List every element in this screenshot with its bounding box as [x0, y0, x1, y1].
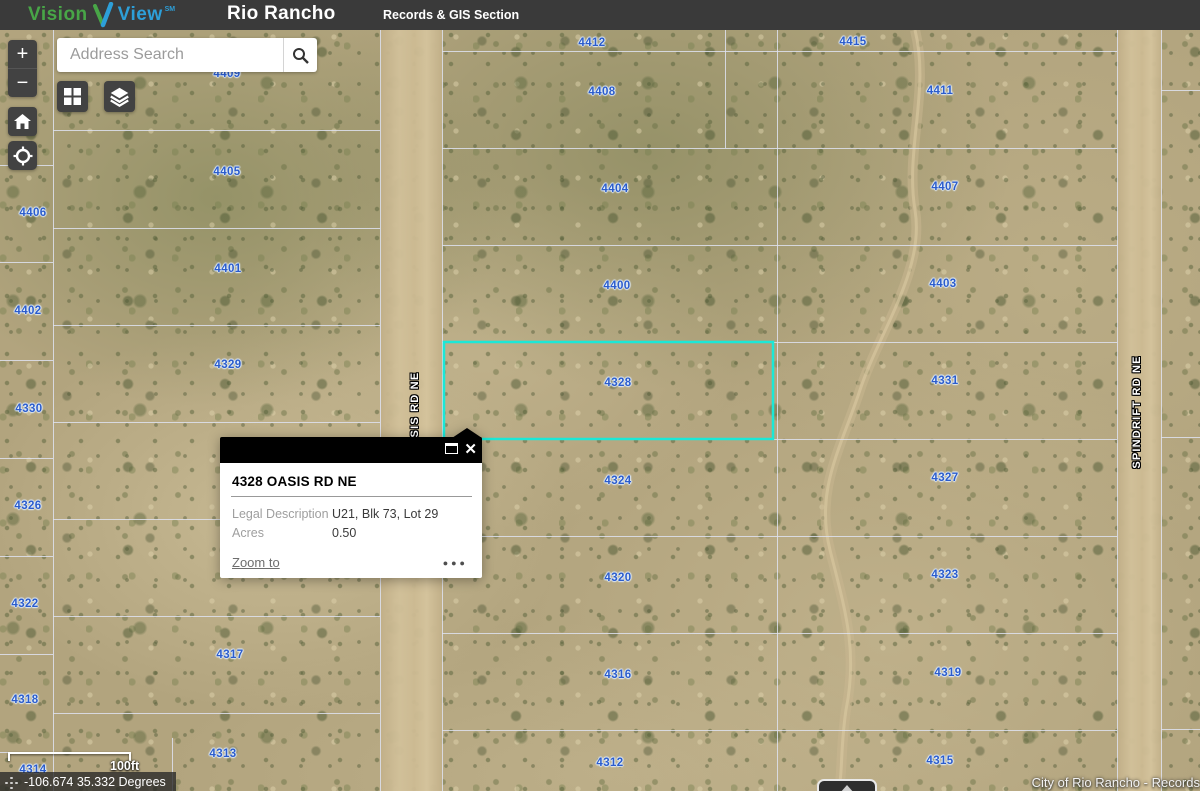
popup-actions-button[interactable]: ●●●	[443, 559, 468, 567]
map-attribution: City of Rio Rancho - Records	[1032, 775, 1200, 790]
popup-row: Acres 0.50	[220, 524, 482, 543]
attribute-table-expand-button[interactable]	[817, 779, 877, 791]
parcel-label: 4403	[929, 278, 956, 290]
parcel-label: 4328	[604, 377, 631, 389]
popup-close-button[interactable]: ✕	[464, 441, 477, 459]
search-icon	[292, 47, 309, 64]
popup-field-label: Legal Description	[232, 507, 332, 521]
locate-button[interactable]	[8, 141, 37, 170]
logo-word-view: View	[118, 4, 163, 26]
home-button[interactable]	[8, 107, 37, 136]
search-button[interactable]	[283, 38, 317, 72]
coordinates-readout: -106.674 35.332 Degrees	[24, 775, 166, 789]
parcel-label: 4412	[578, 37, 605, 49]
coordinates-crosshair-icon	[2, 774, 20, 790]
home-icon	[14, 114, 31, 130]
popup-title: 4328 OASIS RD NE	[220, 463, 482, 496]
search-input[interactable]	[57, 38, 283, 72]
parcel-labels-layer: 4406440243304326432243184314440944054401…	[0, 30, 1200, 791]
parcel-label: 4320	[604, 572, 631, 584]
address-search	[57, 38, 317, 72]
popup-divider	[231, 496, 472, 497]
road-label-spindrift: SPINDRIFT RD NE	[1131, 355, 1143, 468]
popup-body: 4328 OASIS RD NE Legal Description U21, …	[220, 463, 482, 578]
logo-v-icon	[91, 2, 115, 28]
popup-titlebar: ✕	[220, 437, 482, 463]
parcel-label: 4405	[213, 166, 240, 178]
zoom-in-button[interactable]: +	[8, 40, 37, 68]
zoom-to-link[interactable]: Zoom to	[232, 555, 280, 570]
app-subtitle: Records & GIS Section	[383, 8, 519, 22]
logo-trademark: SM	[165, 6, 176, 13]
parcel-label: 4406	[19, 207, 46, 219]
scale-bar-label: 100ft	[110, 759, 139, 773]
app-title: Rio Rancho	[227, 3, 336, 25]
parcel-label: 4327	[931, 472, 958, 484]
parcel-label: 4331	[931, 375, 958, 387]
parcel-label: 4322	[11, 598, 38, 610]
parcel-label: 4411	[927, 85, 954, 97]
popup-field-value: 0.50	[332, 526, 356, 540]
parcel-label: 4401	[214, 263, 241, 275]
parcel-label: 4316	[604, 669, 631, 681]
zoom-out-button[interactable]: −	[8, 68, 37, 97]
parcel-label: 4415	[839, 36, 866, 48]
parcel-label: 4318	[11, 694, 38, 706]
layers-button[interactable]	[104, 81, 135, 112]
parcel-label: 4312	[596, 757, 623, 769]
popup-row: Legal Description U21, Blk 73, Lot 29	[220, 505, 482, 524]
basemap-grid-icon	[64, 88, 81, 105]
zoom-control: + −	[8, 40, 37, 97]
parcel-label: 4323	[931, 569, 958, 581]
parcel-label: 4404	[601, 183, 628, 195]
popup: ✕ 4328 OASIS RD NE Legal Description U21…	[220, 437, 482, 578]
vision-view-app: Vision View SM Rio Rancho Records & GIS …	[0, 0, 1200, 791]
parcel-label: 4402	[14, 305, 41, 317]
coordinates-widget[interactable]: -106.674 35.332 Degrees	[0, 772, 176, 791]
locate-icon	[13, 146, 33, 166]
parcel-label: 4407	[931, 181, 958, 193]
parcel-label: 4329	[214, 359, 241, 371]
popup-field-label: Acres	[232, 526, 332, 540]
parcel-label: 4313	[209, 748, 236, 760]
popup-footer: Zoom to ●●●	[220, 555, 482, 570]
parcel-label: 4408	[588, 86, 615, 98]
parcel-label: 4315	[926, 755, 953, 767]
popup-dock-button[interactable]	[445, 443, 458, 454]
chevron-up-icon	[840, 785, 854, 791]
basemap-gallery-button[interactable]	[57, 81, 88, 112]
layers-icon	[109, 86, 130, 107]
logo-word-vision: Vision	[28, 4, 88, 26]
parcel-label: 4317	[216, 649, 243, 661]
parcel-label: 4330	[15, 403, 42, 415]
popup-field-value: U21, Blk 73, Lot 29	[332, 507, 438, 521]
vision-view-logo[interactable]: Vision View SM	[28, 1, 175, 29]
map-canvas[interactable]: 4406440243304326432243184314440944054401…	[0, 30, 1200, 791]
parcel-label: 4400	[603, 280, 630, 292]
parcel-label: 4326	[14, 500, 41, 512]
parcel-label: 4324	[604, 475, 631, 487]
parcel-label: 4319	[934, 667, 961, 679]
app-header: Vision View SM Rio Rancho Records & GIS …	[0, 0, 1200, 30]
